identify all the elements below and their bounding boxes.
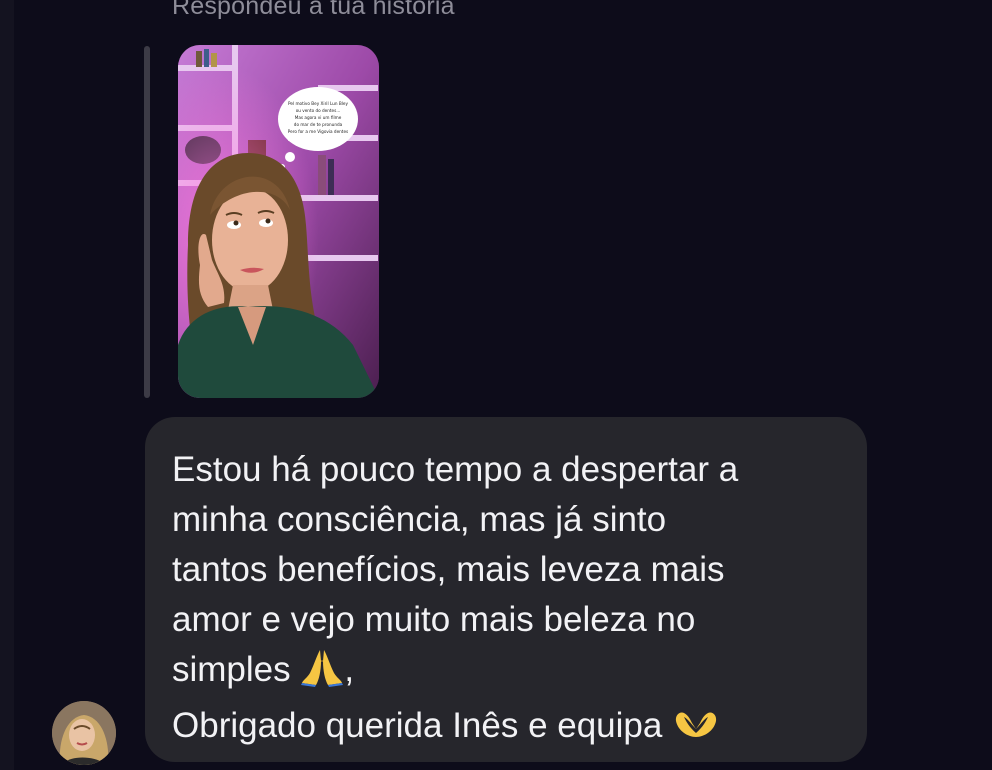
story-thumbnail[interactable]: Pel motivo Bey Xiril Lun Bley ou vento d…	[178, 45, 379, 398]
message-line: simples ,	[172, 645, 847, 701]
sender-avatar[interactable]	[52, 701, 116, 765]
message-line: tantos benefícios, mais leveza mais	[172, 550, 725, 589]
message-comma: ,	[344, 650, 355, 689]
reply-quote-bar	[144, 46, 150, 398]
message-line: Obrigado querida Inês e equipa	[172, 701, 847, 757]
thought-text-line: do mar de te pronunda	[294, 122, 343, 127]
message-line-text: Obrigado querida Inês e equipa	[172, 706, 663, 745]
message-line-text: simples	[172, 650, 291, 689]
praying-hands-emoji-icon	[300, 647, 344, 701]
reply-context-label: Respondeu à tua história	[172, 0, 455, 20]
thought-text-line: Pel motivo Bey Xiril Lun Bley	[288, 101, 348, 106]
left-edge-strip	[0, 0, 14, 770]
message-bubble: Estou há pouco tempo a despertar a minha…	[145, 417, 867, 762]
message-line: Estou há pouco tempo a despertar a	[172, 450, 739, 489]
thought-text-line: ou vento do dentes...	[296, 108, 341, 113]
message-line: minha consciência, mas já sinto	[172, 500, 667, 539]
message-line: amor e vejo muito mais beleza no	[172, 600, 696, 639]
thought-text-line: Pero for a me Vigovia dentes	[288, 129, 348, 134]
thought-text-line: Mas agora vi um filme	[295, 115, 342, 120]
heart-hands-emoji-icon	[672, 707, 720, 757]
